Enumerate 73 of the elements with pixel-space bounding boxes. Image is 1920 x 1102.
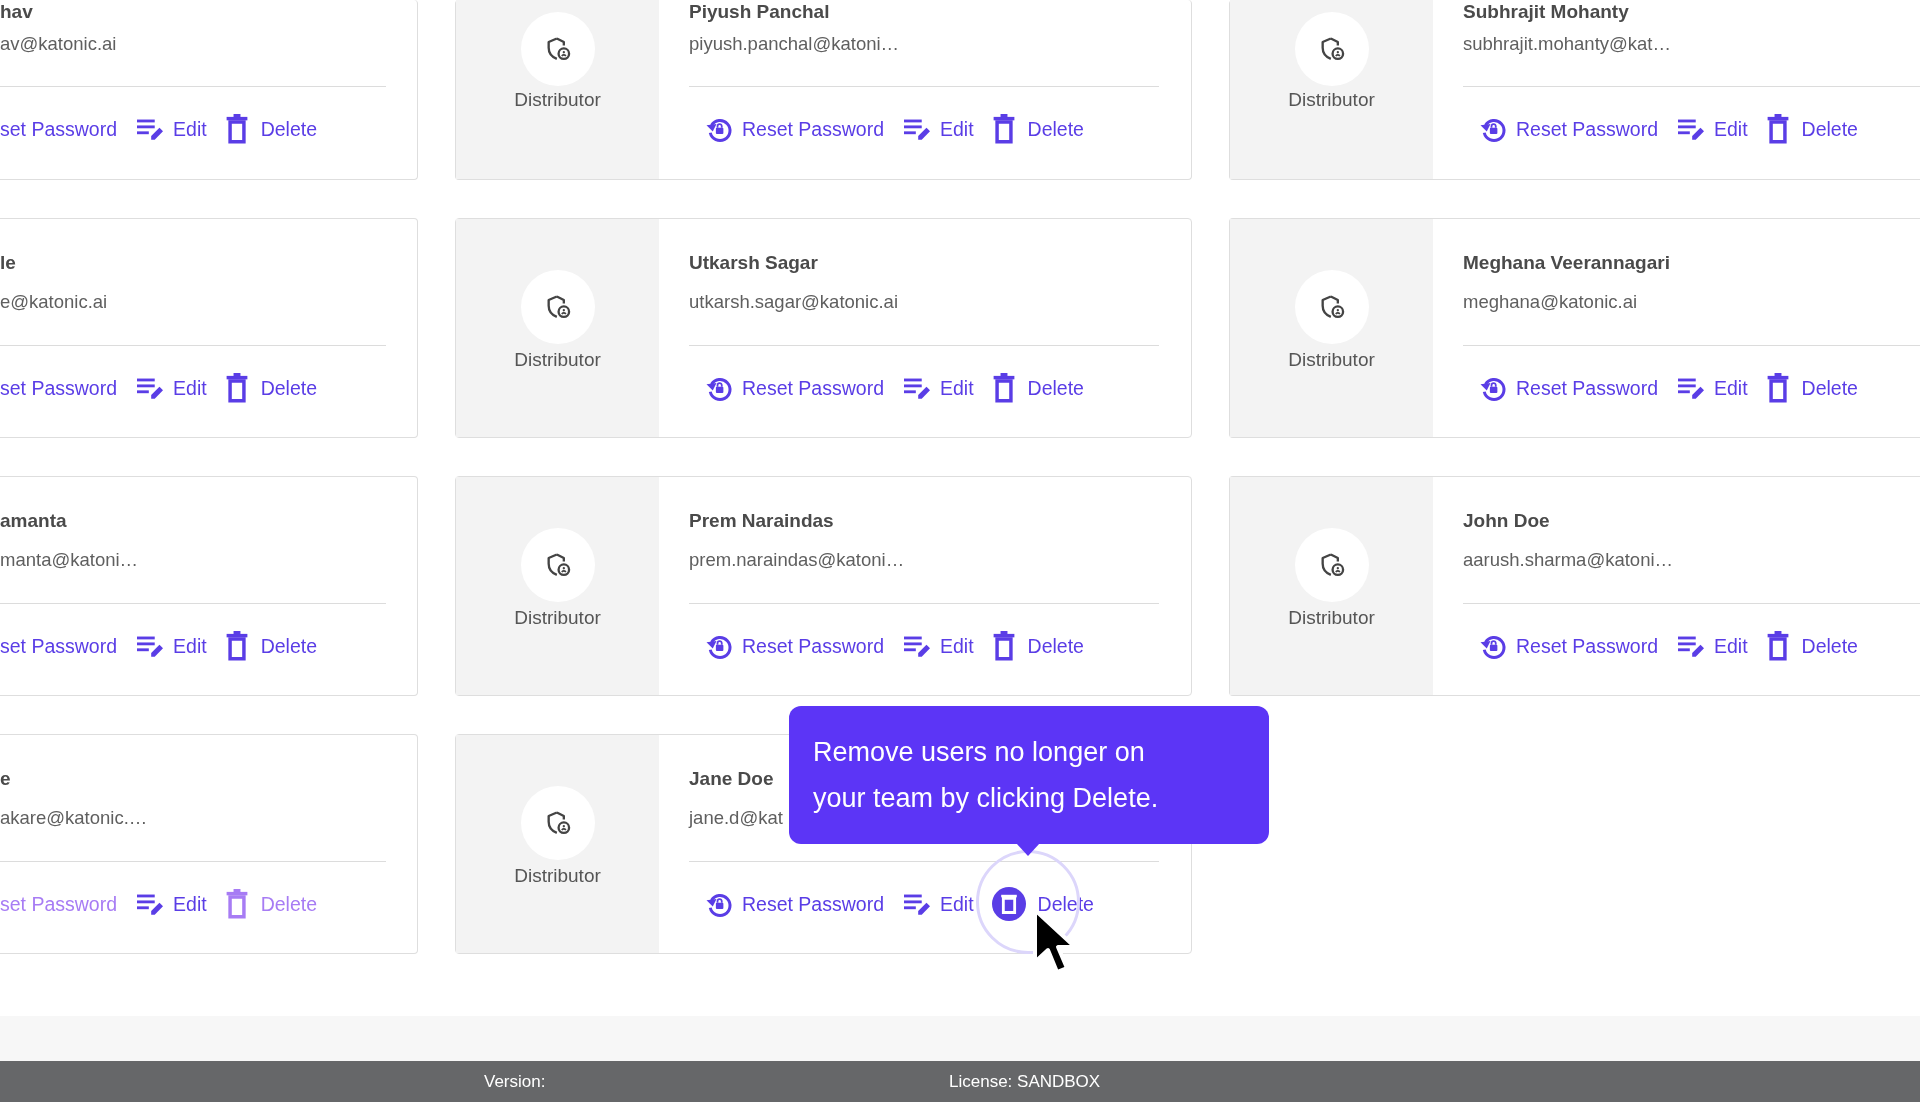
user-email: e@katonic.ai [0,290,108,314]
trash-icon [991,887,1026,921]
edit-link[interactable]: Edit [135,375,207,401]
user-email: meghana@katonic.ai [1463,290,1638,314]
edit-link[interactable]: Edit [1676,116,1748,142]
edit-link[interactable]: Edit [135,891,207,917]
role-label: Distributor [514,88,601,112]
user-name: le [0,251,16,275]
role-label: Distributor [1288,348,1375,372]
user-email: jane.d@kat [689,806,783,830]
trash-icon [1765,373,1790,403]
version-label: Version: [484,1070,547,1093]
role-label: Distributor [1288,606,1375,630]
reset-password-link[interactable]: Reset Password [1478,114,1658,144]
user-email: piyush.panchal@katoni… [689,32,900,56]
role-label: Distributor [514,864,601,888]
user-name: Subhrajit Mohanty [1463,0,1629,24]
user-name: Piyush Panchal [689,0,830,24]
reset-password-link[interactable]: Reset Password [704,889,884,919]
user-email: aarush.sharma@katoni… [1463,548,1674,572]
delete-link[interactable]: Delete [991,373,1084,403]
edit-link[interactable]: Edit [902,116,974,142]
tooltip-text: Remove users no longer on your team by clicking Delete. [813,736,1160,815]
trash-icon [1765,114,1790,144]
reset-password-link[interactable]: Reset Password [704,373,884,403]
trash-icon [224,373,249,403]
delete-link[interactable]: Delete [224,114,318,144]
trash-icon [1765,631,1790,661]
edit-link[interactable]: Edit [1676,375,1748,401]
user-email: av@katonic.ai [0,32,117,56]
trash-icon [991,631,1016,661]
reset-password-link[interactable]: Reset Password [1478,373,1658,403]
reset-password-link[interactable]: set Password [0,376,118,400]
trash-icon [991,114,1016,144]
role-label: Distributor [514,606,601,630]
trash-icon [224,631,249,661]
delete-link[interactable]: Delete [1765,373,1858,403]
delete-link[interactable]: Delete [224,373,318,403]
trash-icon [224,114,249,144]
user-name: e [0,767,11,791]
user-name: Meghana Veerannagari [1463,251,1670,275]
edit-link[interactable]: Edit [902,891,974,917]
user-email: manta@katoni… [0,548,139,572]
edit-link[interactable]: Edit [135,116,207,142]
user-name: John Doe [1463,509,1550,533]
user-email: prem.naraindas@katoni… [689,548,905,572]
delete-link[interactable]: Delete [991,114,1084,144]
user-name: Prem Naraindas [689,509,834,533]
delete-link[interactable]: Delete [1765,631,1858,661]
delete-link[interactable]: Delete [224,631,318,661]
trash-icon [224,889,249,919]
edit-link[interactable]: Edit [1676,633,1748,659]
user-email: akare@katonic.… [0,806,148,830]
delete-link[interactable]: Delete [991,631,1084,661]
role-label: Distributor [1288,88,1375,112]
license-label: License: SANDBOX [949,1070,1101,1093]
reset-password-link[interactable]: Reset Password [704,114,884,144]
user-name: amanta [0,509,67,533]
reset-password-link[interactable]: Reset Password [1478,631,1658,661]
edit-link[interactable]: Edit [902,375,974,401]
user-name: Utkarsh Sagar [689,251,818,275]
edit-link[interactable]: Edit [902,633,974,659]
trash-icon [991,373,1016,403]
edit-link[interactable]: Edit [135,633,207,659]
user-email: utkarsh.sagar@katonic.ai [689,290,899,314]
user-name: hav [0,0,33,24]
user-name: Jane Doe [689,767,774,791]
reset-password-link[interactable]: set Password [0,634,118,658]
user-email: subhrajit.mohanty@kat… [1463,32,1671,56]
reset-password-link[interactable]: set Password [0,117,118,141]
delete-link[interactable]: Delete [1765,114,1858,144]
role-label: Distributor [514,348,601,372]
reset-password-link[interactable]: Reset Password [704,631,884,661]
